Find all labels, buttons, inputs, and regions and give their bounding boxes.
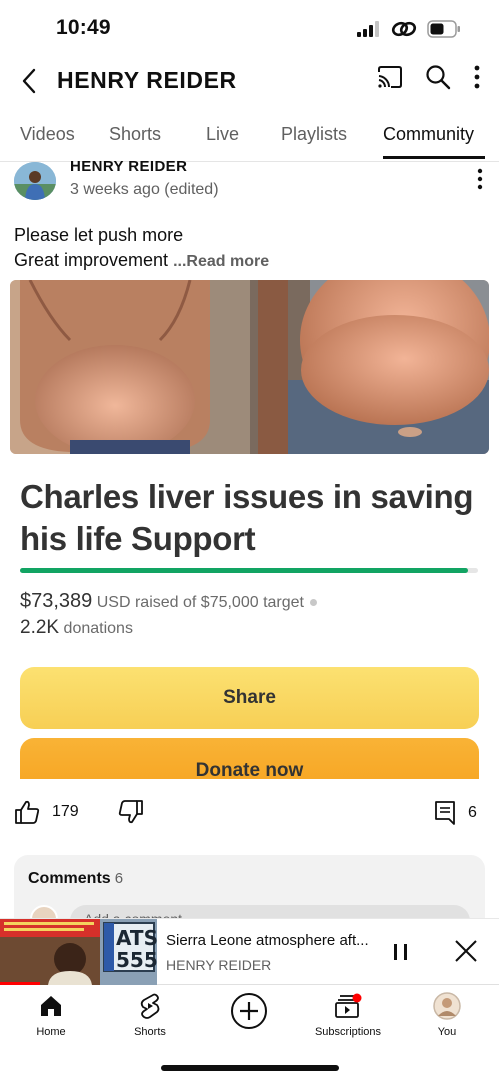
nav-home[interactable]: Home — [6, 991, 96, 1038]
battery-icon — [427, 20, 460, 38]
mini-player-title: Sierra Leone atmosphere aft... — [166, 932, 369, 949]
post-text-line-2: Great improvement — [14, 250, 169, 270]
comment-icon — [435, 801, 455, 825]
post-more-icon[interactable] — [472, 168, 488, 190]
donations-count: 2.2K — [20, 617, 60, 638]
nav-you[interactable]: You — [402, 991, 492, 1038]
link-icon — [391, 21, 417, 37]
status-icons — [357, 20, 461, 38]
like-button[interactable]: 179 — [14, 800, 79, 824]
more-options-icon[interactable] — [473, 65, 481, 89]
nav-you-label: You — [437, 1026, 457, 1038]
subscriptions-icon — [335, 993, 362, 1018]
fundraiser-progress-fill — [20, 568, 469, 573]
read-more-link[interactable]: ...Read more — [173, 253, 269, 270]
channel-tabs: Videos Shorts Live Playlists Community — [0, 118, 499, 162]
post-text-line: Please let push more — [14, 225, 184, 245]
search-icon[interactable] — [425, 64, 451, 90]
svg-text:555: 555 — [116, 948, 157, 972]
mini-player-thumbnail[interactable]: ATS 555 — [0, 919, 157, 985]
status-time: 10:49 — [56, 16, 111, 39]
post-photo — [10, 280, 489, 454]
tab-live[interactable]: Live — [206, 124, 239, 145]
post-author[interactable]: HENRY REIDER — [70, 158, 187, 175]
header-actions — [377, 64, 481, 90]
raised-text: USD raised of $75,000 target — [96, 594, 304, 611]
nav-subscriptions[interactable]: Subscriptions — [303, 991, 393, 1038]
thumbs-down-icon — [118, 800, 143, 824]
nav-home-label: Home — [36, 1026, 66, 1038]
back-arrow-icon — [22, 68, 36, 94]
channel-title: HENRY REIDER — [57, 67, 237, 93]
share-button[interactable]: Share — [20, 667, 479, 729]
nav-create[interactable] — [204, 991, 294, 1031]
home-icon — [41, 996, 61, 1016]
tab-playlists[interactable]: Playlists — [281, 124, 347, 145]
avatar-image — [14, 162, 56, 200]
pause-icon[interactable] — [390, 939, 412, 965]
comments-count: 6 — [114, 870, 124, 887]
nav-subscriptions-label: Subscriptions — [314, 1026, 382, 1038]
comments-heading: Comments 6 — [28, 870, 123, 888]
nav-shorts[interactable]: Shorts — [105, 991, 195, 1038]
tab-shorts[interactable]: Shorts — [109, 124, 161, 145]
donations-summary: 2.2K donations — [20, 617, 133, 639]
video-thumbnail-image: ATS 555 — [0, 919, 157, 985]
donations-label: donations — [63, 620, 133, 637]
fundraiser-title: Charles liver issues in saving his life … — [20, 478, 474, 557]
back-button[interactable] — [14, 64, 44, 98]
raised-summary: $73,389 USD raised of $75,000 target — [20, 590, 317, 613]
comment-count: 6 — [468, 804, 477, 821]
post-text-line: Great improvement ...Read more — [14, 248, 269, 274]
home-indicator — [161, 1065, 339, 1071]
thumbs-up-icon — [15, 800, 40, 824]
raised-amount: $73,389 — [20, 590, 93, 612]
signal-icon — [357, 21, 379, 37]
active-tab-indicator — [383, 156, 485, 159]
post-image[interactable] — [10, 280, 489, 454]
post-timestamp: 3 weeks ago (edited) — [70, 181, 219, 198]
you-avatar-icon — [433, 992, 461, 1020]
thumb-text: ATS — [116, 926, 157, 950]
donate-button[interactable]: Donate now — [20, 738, 479, 779]
nav-shorts-label: Shorts — [134, 1026, 166, 1038]
comments-button[interactable]: 6 — [434, 800, 477, 826]
comments-label: Comments — [28, 870, 111, 887]
post-text: Please let push more Great improvement .… — [14, 223, 269, 274]
donate-button-label: Donate now — [195, 760, 304, 779]
mini-player[interactable]: ATS 555 Sierra Leone atmosphere aft... H… — [0, 918, 499, 985]
tab-community[interactable]: Community — [383, 124, 474, 145]
share-button-label: Share — [223, 687, 276, 708]
like-count: 179 — [52, 803, 79, 820]
info-dot-icon — [309, 599, 317, 607]
author-avatar[interactable] — [14, 162, 56, 200]
shorts-icon — [140, 993, 160, 1019]
create-icon — [231, 993, 267, 1029]
mini-player-channel: HENRY REIDER — [166, 957, 272, 973]
close-icon[interactable] — [452, 937, 480, 965]
cast-icon[interactable] — [377, 66, 403, 88]
dislike-button[interactable] — [118, 800, 144, 829]
tab-videos[interactable]: Videos — [20, 124, 75, 145]
donate-button-wrapper: Donate now — [20, 738, 479, 779]
fundraiser-progress-bar — [20, 568, 478, 573]
